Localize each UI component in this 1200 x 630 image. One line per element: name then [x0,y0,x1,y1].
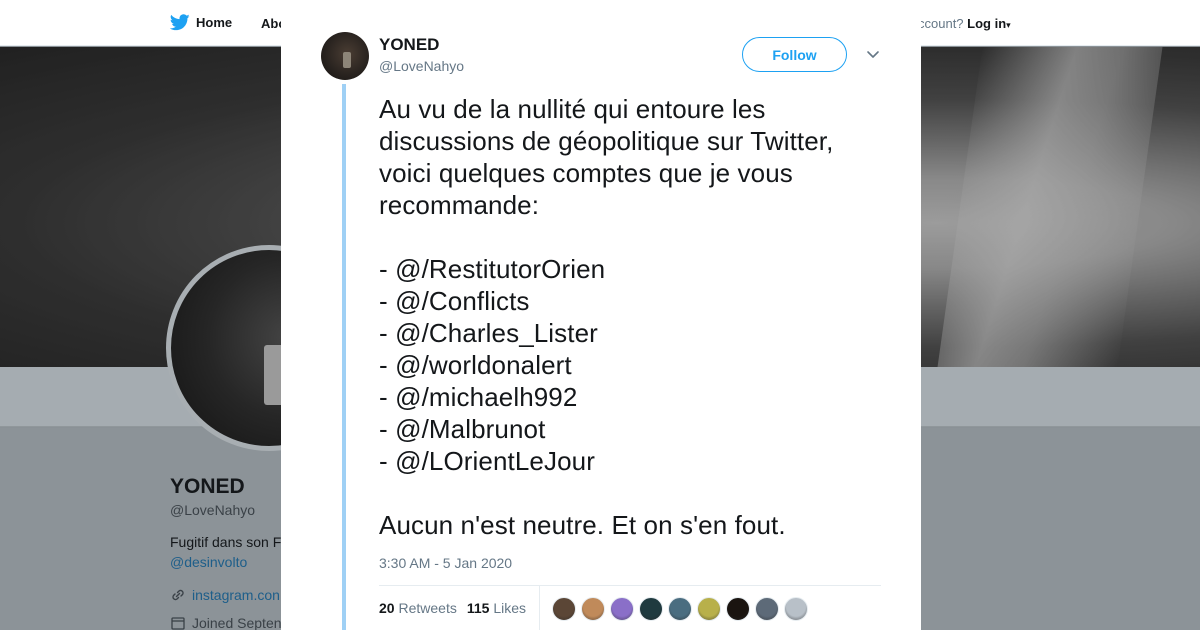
liker-avatar[interactable] [610,597,634,621]
likes-label: Likes [493,600,526,616]
liker-avatar[interactable] [755,597,779,621]
link-icon [172,589,184,601]
calendar-icon [171,617,185,630]
close-icon[interactable]: × [1154,9,1180,39]
tweet-text-line [379,477,889,509]
tweet-text-line: - @/Malbrunot [379,414,546,444]
tweet-author-avatar[interactable] [321,32,369,80]
divider [379,585,881,586]
profile-website[interactable]: instagram.con [170,587,280,603]
profile-joined-text: Joined Septen [192,615,282,630]
profile-handle: @LoveNahyo [170,502,256,518]
profile-website-text: instagram.con [192,587,280,603]
tweet-text-line: - @/Charles_Lister [379,318,598,348]
tweet-text-line [379,221,889,253]
profile-joined: Joined Septen [170,615,282,630]
liker-avatar[interactable] [726,597,750,621]
tweet-text-line: Aucun n'est neutre. Et on s'en fout. [379,510,786,540]
chevron-down-icon[interactable] [865,46,881,62]
tweet-text-line: voici quelques comptes que je vous [379,158,793,188]
twitter-bird-icon [170,14,190,31]
follow-button[interactable]: Follow [742,37,847,72]
tweet-text-line: - @/worldonalert [379,350,572,380]
tweet-text-line: - @/LOrientLeJour [379,446,595,476]
tweet-text: Au vu de la nullité qui entoure les disc… [379,93,889,541]
tweet-author-name[interactable]: YONED [379,35,439,55]
tweet-text-line: - @/michaelh992 [379,382,578,412]
retweets-stat[interactable]: 20 Retweets [379,600,457,616]
liker-avatar[interactable] [639,597,663,621]
tweet-text-line: - @/Conflicts [379,286,530,316]
profile-bio: Fugitif dans son F [170,534,282,550]
account-prompt-text: ccount? [918,16,964,31]
tweet-modal: YONED @LoveNahyo Follow Au vu de la null… [281,0,921,630]
account-prompt: ccount? Log in▾ [918,16,1011,31]
tweet-stats: 20 Retweets 115 Likes [379,600,526,616]
tweet-author-handle[interactable]: @LoveNahyo [379,58,464,74]
tweet-text-line: recommande: [379,190,540,220]
tweet-text-line: discussions de géopolitique sur Twitter, [379,126,834,156]
liker-avatar[interactable] [581,597,605,621]
chevron-down-icon: ▾ [1006,20,1011,30]
tweet-text-line: - @/RestitutorOrien [379,254,606,284]
liker-avatar[interactable] [697,597,721,621]
liker-avatars [552,597,808,621]
retweets-count: 20 [379,600,395,616]
liker-avatar[interactable] [668,597,692,621]
thread-line [342,84,346,630]
tweet-text-line: Au vu de la nullité qui entoure les [379,94,766,124]
home-nav-item[interactable]: Home [170,14,232,31]
liker-avatar[interactable] [784,597,808,621]
home-label: Home [196,15,233,30]
divider [539,586,540,630]
retweets-label: Retweets [398,600,457,616]
tweet-timestamp[interactable]: 3:30 AM - 5 Jan 2020 [379,555,512,571]
profile-name: YONED [170,475,245,498]
login-link[interactable]: Log in [967,16,1006,31]
profile-bio-mention[interactable]: @desinvolto [170,554,247,570]
liker-avatar[interactable] [552,597,576,621]
likes-count: 115 [466,600,490,616]
likes-stat[interactable]: 115 Likes [467,600,526,616]
